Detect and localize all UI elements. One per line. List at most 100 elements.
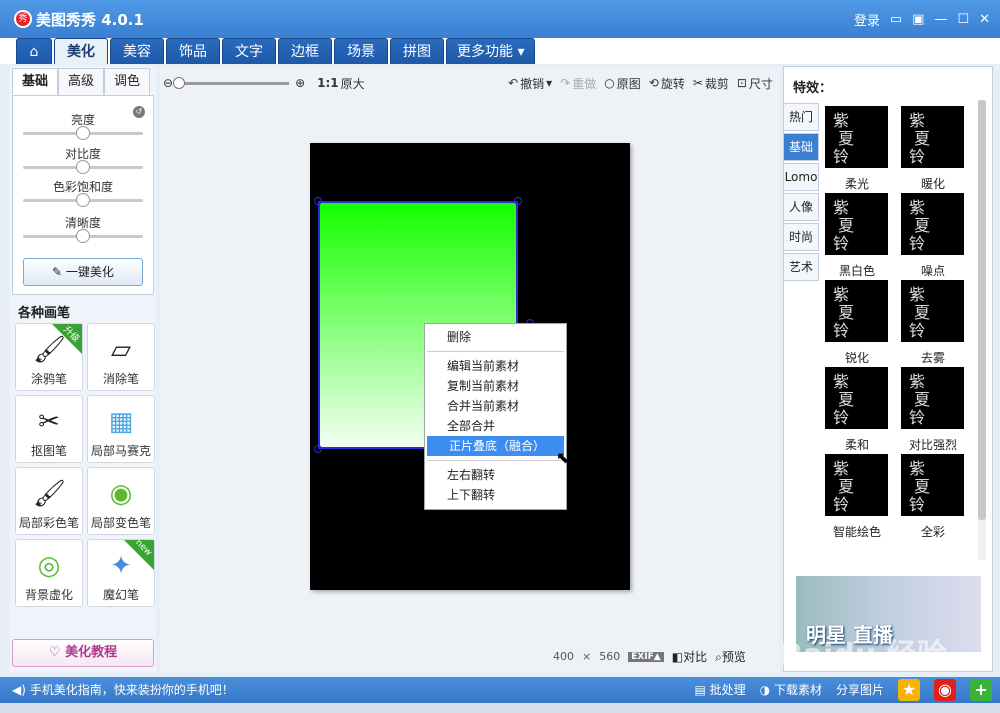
menu-separator	[427, 351, 564, 352]
undo-icon: ↶	[508, 76, 519, 90]
effects-scrollbar[interactable]	[978, 100, 986, 560]
brightness-slider: 亮度	[23, 112, 143, 140]
color-brush-button[interactable]: 🖌 局部彩色笔	[15, 467, 83, 535]
doodle-pen-button[interactable]: 升级 🖌 涂鸦笔	[15, 323, 83, 391]
star-icon[interactable]: ★	[898, 679, 920, 701]
contrast-knob[interactable]	[76, 160, 90, 174]
save-share-button[interactable]: ▤ 保存与分享	[907, 40, 988, 60]
zoom-slider[interactable]	[173, 76, 290, 89]
rotate-button[interactable]: ⟲ 旋转	[649, 75, 685, 92]
minimize-icon[interactable]: —	[934, 12, 947, 28]
menu-merge-material[interactable]: 合并当前素材	[425, 396, 566, 416]
zoom-knob[interactable]	[173, 76, 186, 89]
scrollbar-thumb[interactable]	[978, 100, 986, 520]
download-button[interactable]: ◑ 下载素材	[760, 677, 822, 703]
effect-category-hot[interactable]: 热门	[783, 103, 819, 131]
compare-icon: ◧	[671, 650, 684, 664]
batch-icon: ▤	[694, 683, 710, 697]
tab-collage[interactable]: 拼图	[390, 38, 444, 64]
image-info: 400 × 560 EXIF▲ ◧对比 ⌕预览	[553, 648, 746, 665]
tab-scene[interactable]: 场景	[334, 38, 388, 64]
saturation-knob[interactable]	[76, 193, 90, 207]
recolor-pen-button[interactable]: ◉ 局部变色笔	[87, 467, 155, 535]
add-icon[interactable]: +	[970, 679, 992, 701]
menu-delete[interactable]: 删除	[425, 327, 566, 347]
effect-thumbnail[interactable]: 紫 夏 铃	[901, 454, 964, 516]
resize-handle-tr[interactable]	[514, 197, 522, 205]
brushes-title: 各种画笔	[18, 306, 71, 321]
compare-button[interactable]: ◧对比	[672, 648, 707, 665]
one-click-beautify-button[interactable]: ✎ 一键美化	[23, 258, 143, 286]
close-icon[interactable]: ✕	[979, 12, 990, 28]
tutorial-button[interactable]: ♡ 美化教程	[12, 639, 154, 667]
batch-button[interactable]: ▤ 批处理	[695, 677, 746, 703]
share-button[interactable]: 分享图片	[836, 677, 884, 703]
zoom-out-icon[interactable]: ⊖	[163, 76, 173, 90]
maximize-icon[interactable]: ☐	[957, 12, 969, 28]
sharpness-knob[interactable]	[76, 229, 90, 243]
menu-multiply-blend[interactable]: 正片叠底（融合）	[427, 436, 564, 456]
cutout-pen-button[interactable]: ✂ 抠图笔	[15, 395, 83, 463]
effect-category-lomo[interactable]: Lomo	[783, 163, 819, 191]
effect-label: 噪点	[920, 264, 945, 278]
effect-label: 黑白色	[838, 264, 875, 278]
menu-copy-material[interactable]: 复制当前素材	[425, 376, 566, 396]
new-button[interactable]: ⊕ 新建	[850, 40, 891, 60]
tab-beautify[interactable]: 美化	[54, 38, 108, 64]
effect-thumbnail[interactable]: 紫 夏 铃	[825, 193, 888, 255]
menu-merge-all[interactable]: 全部合并	[425, 416, 566, 436]
effect-thumbnail[interactable]: 紫 夏 铃	[825, 367, 888, 429]
effect-thumbnail[interactable]: 紫 夏 铃	[825, 280, 888, 342]
crop-button[interactable]: ✂ 裁剪	[693, 75, 729, 92]
tab-basic[interactable]: 基础	[12, 68, 58, 96]
canvas-toolbar: ⊖ ⊕ 1:1 原大 ↶ 撤销 ▾ ↷ 重做 ○ 原图 ⟲ 旋转 ✂ 裁剪 ⊡ 尺寸	[163, 72, 773, 94]
resize-handle-tl[interactable]	[314, 197, 322, 205]
preview-button[interactable]: ⌕预览	[715, 648, 746, 665]
effect-thumbnail[interactable]: 紫 夏 铃	[901, 193, 964, 255]
effect-thumbnail[interactable]: 紫 夏 铃	[825, 454, 888, 516]
menu-edit-material[interactable]: 编辑当前素材	[425, 356, 566, 376]
resize-button[interactable]: ⊡ 尺寸	[737, 75, 773, 92]
exif-button[interactable]: EXIF▲	[628, 651, 664, 662]
effect-label: 全彩	[920, 525, 945, 539]
resize-icon: ⊡	[736, 76, 747, 90]
tab-advanced[interactable]: 高级	[58, 68, 104, 96]
resize-handle-bl[interactable]	[314, 445, 322, 453]
mosaic-button[interactable]: ▦ 局部马赛克	[87, 395, 155, 463]
login-link[interactable]: 登录	[854, 10, 880, 29]
brightness-knob[interactable]	[76, 126, 90, 140]
effect-category-fashion[interactable]: 时尚	[783, 223, 819, 251]
effect-category-basic[interactable]: 基础	[783, 133, 819, 161]
background-blur-button[interactable]: ◎ 背景虚化	[15, 539, 83, 607]
undo-button[interactable]: ↶ 撤销 ▾	[508, 75, 552, 92]
original-button[interactable]: ○ 原图	[604, 75, 641, 92]
effect-thumbnail[interactable]: 紫 夏 铃	[901, 367, 964, 429]
status-tip[interactable]: ◀) 手机美化指南，快来装扮你的手机吧！	[12, 677, 234, 703]
menu-icon[interactable]: ▣	[912, 12, 924, 28]
tab-home[interactable]: ⌂	[16, 38, 52, 64]
effect-thumbnail[interactable]: 紫 夏 铃	[825, 106, 888, 168]
main-tabs: ⌂ 美化 美容 饰品 文字 边框 场景 拼图 更多功能 ▾	[16, 38, 536, 64]
zoom-in-icon[interactable]: ⊕	[295, 76, 305, 90]
window-controls: 登录 ▭ ▣ — ☐ ✕	[854, 10, 990, 30]
tab-more[interactable]: 更多功能 ▾	[446, 38, 536, 64]
tab-text[interactable]: 文字	[222, 38, 276, 64]
effect-thumbnail[interactable]: 紫 夏 铃	[901, 280, 964, 342]
eraser-pen-button[interactable]: ▱ 消除笔	[87, 323, 155, 391]
magic-pen-button[interactable]: new ✦ 魔幻笔	[87, 538, 155, 607]
tab-border[interactable]: 边框	[278, 38, 332, 64]
redo-button[interactable]: ↷ 重做	[560, 75, 596, 92]
effect-category-portrait[interactable]: 人像	[783, 193, 819, 221]
menu-flip-vertical[interactable]: 上下翻转	[425, 485, 566, 505]
tab-accessories[interactable]: 饰品	[166, 38, 220, 64]
original-size-button[interactable]: 1:1 原大	[317, 75, 365, 92]
weibo-icon[interactable]: ◉	[934, 679, 956, 701]
effect-category-art[interactable]: 艺术	[783, 253, 819, 281]
feedback-icon[interactable]: ▭	[890, 12, 902, 28]
tab-beauty[interactable]: 美容	[110, 38, 164, 64]
open-button[interactable]: ▰ 打开	[794, 40, 834, 60]
tab-color[interactable]: 调色	[104, 68, 150, 96]
effect-thumbnail[interactable]: 紫 夏 铃	[901, 106, 964, 168]
menu-flip-horizontal[interactable]: 左右翻转	[425, 465, 566, 485]
taskbar	[0, 703, 1000, 713]
